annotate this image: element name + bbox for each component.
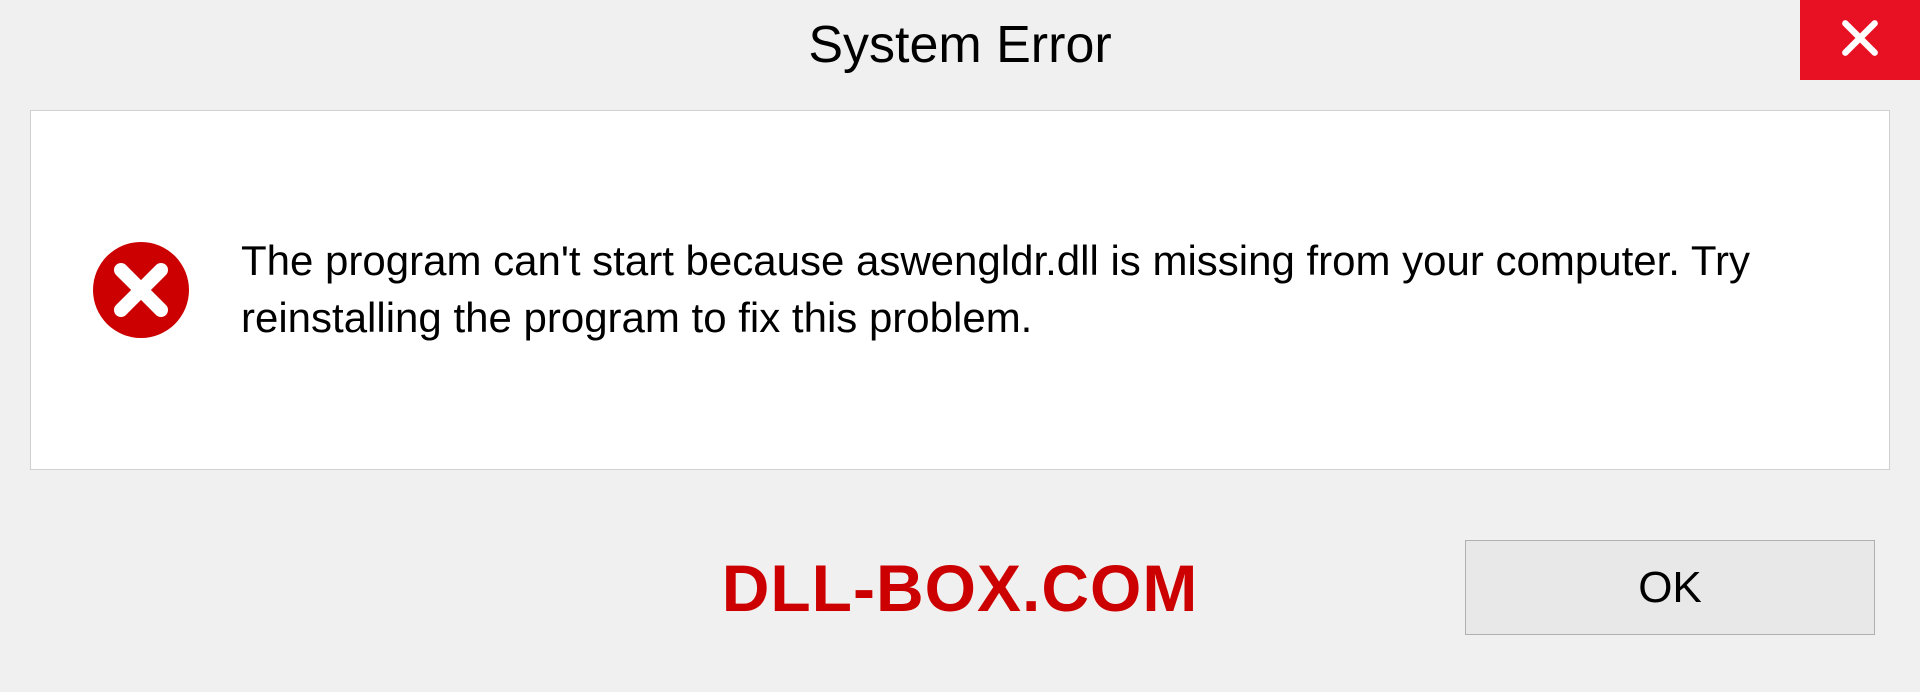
- dialog-title: System Error: [808, 15, 1111, 75]
- ok-button[interactable]: OK: [1465, 540, 1875, 635]
- error-icon: [91, 240, 191, 340]
- close-icon: [1838, 16, 1882, 65]
- footer: DLL-BOX.COM OK: [0, 470, 1920, 670]
- ok-button-label: OK: [1638, 563, 1702, 613]
- close-button[interactable]: [1800, 0, 1920, 80]
- error-message: The program can't start because aswengld…: [241, 233, 1829, 346]
- watermark-text: DLL-BOX.COM: [722, 550, 1199, 626]
- content-area: The program can't start because aswengld…: [30, 110, 1890, 470]
- titlebar: System Error: [0, 0, 1920, 90]
